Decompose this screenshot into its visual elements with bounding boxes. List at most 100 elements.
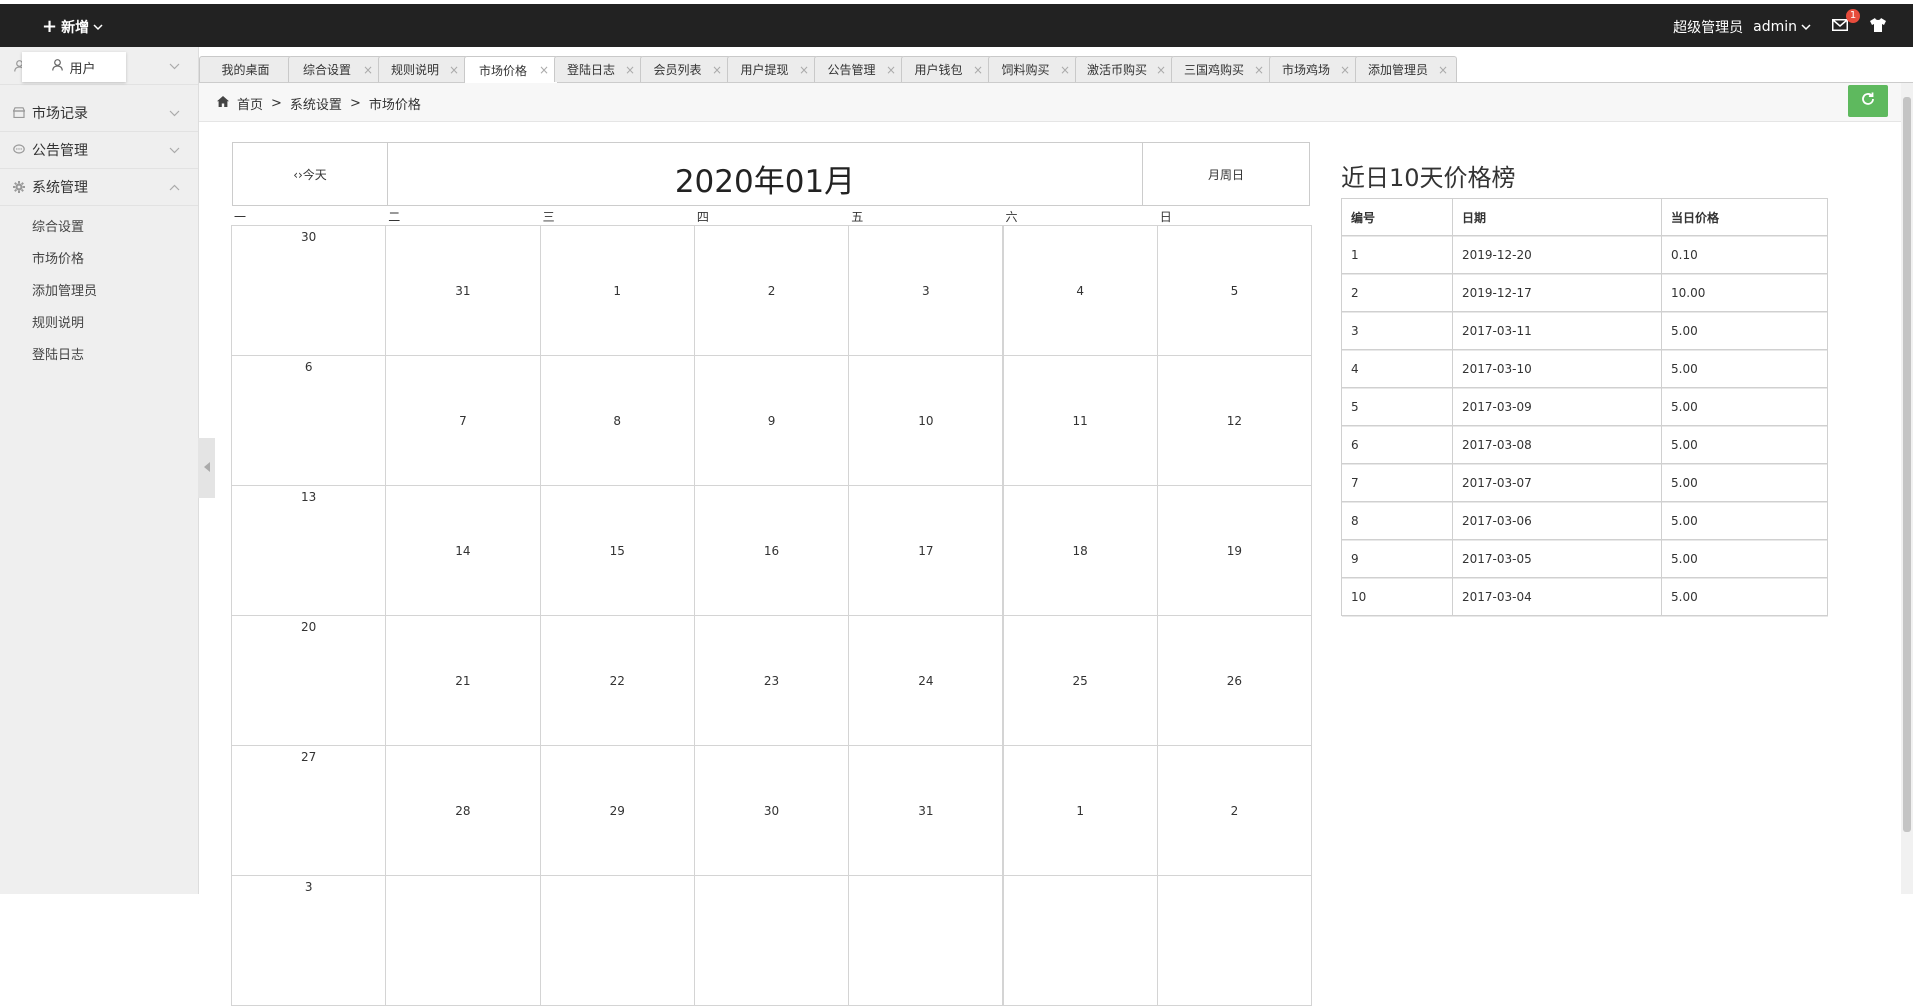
close-icon[interactable]: × (1340, 63, 1350, 77)
tab-13[interactable]: 添加管理员 × (1355, 56, 1457, 82)
close-icon[interactable]: × (799, 63, 809, 77)
calendar-day-cell[interactable]: 31 (385, 225, 541, 356)
calendar-day-cell[interactable]: 14 (385, 485, 541, 616)
tab-label: 用户钱包 (914, 63, 963, 77)
calendar-day-cell[interactable] (1002, 875, 1158, 1006)
tab-2[interactable]: 规则说明 × (378, 56, 468, 82)
close-icon[interactable]: × (539, 63, 549, 77)
day-number: 27 (301, 750, 317, 764)
sidebar-collapse-button[interactable] (198, 438, 215, 498)
calendar-day-cell[interactable]: 27 (231, 745, 387, 876)
user-popup[interactable]: 用户 (22, 52, 126, 82)
calendar-day-cell[interactable]: 30 (231, 225, 387, 356)
tab-10[interactable]: 激活币购买 × (1075, 56, 1175, 82)
calendar-day-cell[interactable]: 15 (539, 485, 695, 616)
calendar-day-cell[interactable]: 20 (231, 615, 387, 746)
calendar-day-cell[interactable]: 29 (539, 745, 695, 876)
breadcrumb-home[interactable]: 首页 (237, 94, 263, 113)
tab-11[interactable]: 三国鸡购买 × (1171, 56, 1273, 82)
submenu-add-admin[interactable]: 添加管理员 (32, 280, 97, 299)
today-button[interactable]: ‹›今天 (233, 143, 388, 205)
calendar-day-cell[interactable]: 8 (539, 355, 695, 486)
close-icon[interactable]: × (1438, 63, 1448, 77)
calendar-day-cell[interactable]: 3 (231, 875, 387, 1006)
calendar-day-cell[interactable]: 16 (693, 485, 850, 616)
calendar-day-cell[interactable]: 25 (1002, 615, 1158, 746)
calendar-day-cell[interactable]: 4 (1002, 225, 1158, 356)
mail-button[interactable]: 1 (1829, 9, 1860, 36)
tab-6[interactable]: 用户提现 × (727, 56, 818, 82)
calendar-day-cell[interactable]: 13 (231, 485, 387, 616)
close-icon[interactable]: × (1156, 63, 1166, 77)
weekday-label: 四 (696, 210, 709, 224)
tab-9[interactable]: 饲料购买 × (988, 56, 1079, 82)
tab-5[interactable]: 会员列表 × (640, 56, 731, 82)
calendar-day-cell[interactable]: 5 (1156, 225, 1313, 356)
calendar-day-cell[interactable]: 30 (693, 745, 850, 876)
tab-7[interactable]: 公告管理 × (814, 56, 905, 82)
submenu-rules[interactable]: 规则说明 (32, 312, 84, 331)
tab-8[interactable]: 用户钱包 × (901, 56, 992, 82)
calendar-day-cell[interactable] (385, 875, 541, 1006)
refresh-button[interactable] (1848, 85, 1888, 117)
calendar-day-cell[interactable]: 2 (693, 225, 850, 356)
calendar-day-cell[interactable]: 7 (385, 355, 541, 486)
chevron-up-icon (169, 180, 180, 194)
mail-badge: 1 (1846, 9, 1860, 23)
add-new-button[interactable]: + 新增 (42, 17, 103, 37)
sidebar-item-system[interactable]: 系统管理 (0, 168, 198, 206)
calendar-day-cell[interactable]: 11 (1002, 355, 1158, 486)
view-mode-switch[interactable]: 月周日 (1142, 143, 1309, 205)
sidebar-item-announcements[interactable]: 公告管理 (0, 131, 198, 169)
calendar-day-cell[interactable]: 22 (539, 615, 695, 746)
tab-0[interactable]: 我的桌面 (199, 56, 292, 82)
close-icon[interactable]: × (1254, 63, 1264, 77)
submenu-general-settings[interactable]: 综合设置 (32, 216, 84, 235)
calendar-day-cell[interactable] (1156, 875, 1313, 1006)
close-icon[interactable]: × (449, 63, 459, 77)
calendar-day-cell[interactable] (693, 875, 850, 1006)
day-number: 26 (1226, 674, 1243, 688)
calendar-day-cell[interactable]: 26 (1156, 615, 1313, 746)
calendar-day-cell[interactable]: 2 (1156, 745, 1313, 876)
calendar-day-cell[interactable]: 3 (848, 225, 1004, 356)
close-icon[interactable]: × (625, 63, 635, 77)
calendar-day-cell[interactable]: 10 (848, 355, 1004, 486)
calendar-day-cell[interactable]: 31 (848, 745, 1004, 876)
calendar-day-cell[interactable]: 1 (1002, 745, 1158, 876)
tab-label: 激活币购买 (1086, 63, 1147, 77)
tab-12[interactable]: 市场鸡场 × (1269, 56, 1359, 82)
submenu-login-log[interactable]: 登陆日志 (32, 344, 84, 363)
breadcrumb-system-settings[interactable]: 系统设置 (290, 94, 342, 113)
calendar-day-cell[interactable]: 17 (848, 485, 1004, 616)
calendar-day-cell[interactable]: 21 (385, 615, 541, 746)
skin-button[interactable] (1867, 18, 1889, 36)
tab-3[interactable]: 市场价格 × (464, 56, 558, 83)
calendar-day-cell[interactable]: 23 (693, 615, 850, 746)
calendar-day-cell[interactable]: 24 (848, 615, 1004, 746)
close-icon[interactable]: × (712, 63, 722, 77)
calendar-day-cell[interactable]: 12 (1156, 355, 1313, 486)
submenu-market-price[interactable]: 市场价格 (32, 248, 84, 267)
sidebar-item-market-records[interactable]: 市场记录 (0, 94, 198, 132)
calendar-day-cell[interactable]: 28 (385, 745, 541, 876)
day-number: 4 (1076, 284, 1084, 298)
close-icon[interactable]: × (886, 63, 896, 77)
calendar-day-cell[interactable]: 18 (1002, 485, 1158, 616)
calendar-day-cell[interactable]: 19 (1156, 485, 1313, 616)
calendar-day-cell[interactable]: 9 (693, 355, 850, 486)
calendar-day-cell[interactable]: 1 (539, 225, 695, 356)
cell-date: 2019-12-20 (1452, 235, 1662, 274)
calendar-day-cell[interactable]: 6 (231, 355, 387, 486)
close-icon[interactable]: × (363, 63, 373, 77)
close-icon[interactable]: × (973, 63, 983, 77)
scrollbar-thumb[interactable] (1903, 97, 1911, 832)
tab-4[interactable]: 登陆日志 × (554, 56, 644, 82)
tab-1[interactable]: 综合设置 × (288, 56, 382, 82)
close-icon[interactable]: × (1060, 63, 1070, 77)
user-menu[interactable]: admin (1753, 19, 1811, 35)
day-number: 18 (1072, 544, 1088, 558)
calendar-day-cell[interactable] (848, 875, 1004, 1006)
calendar-day-cell[interactable] (539, 875, 695, 1006)
page-scrollbar[interactable] (1901, 83, 1913, 894)
